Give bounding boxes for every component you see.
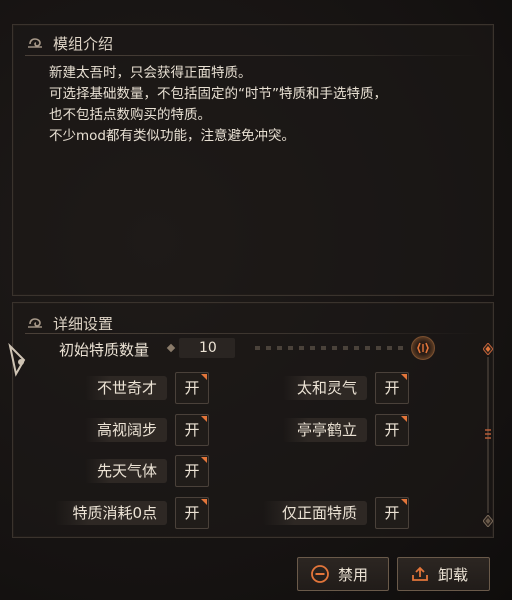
intro-line: 可选择基础数量，不包括固定的“时节”特质和手选特质， bbox=[49, 86, 387, 102]
scroll-down-arrow-icon[interactable] bbox=[483, 515, 493, 527]
scroll-thumb[interactable] bbox=[484, 427, 492, 441]
toggle-bushiqicai[interactable]: 开 bbox=[175, 372, 209, 404]
option-label-zero-cost: 特质消耗0点 bbox=[55, 501, 167, 525]
initial-trait-count-value[interactable]: 10 bbox=[179, 338, 235, 358]
toggle-zero-cost[interactable]: 开 bbox=[175, 497, 209, 529]
toggle-xiantianqiti[interactable]: 开 bbox=[175, 455, 209, 487]
cloud-swirl-icon bbox=[28, 317, 42, 328]
option-label-xiantianqiti: 先天气体 bbox=[85, 459, 167, 483]
toggle-gaoshikuobu[interactable]: 开 bbox=[175, 414, 209, 446]
unload-button[interactable]: 卸载 bbox=[397, 557, 490, 591]
intro-panel: 模组介绍 新建太吾时，只会获得正面特质。 可选择基础数量，不包括固定的“时节”特… bbox=[12, 24, 494, 296]
settings-header-divider bbox=[25, 333, 481, 334]
intro-description: 新建太吾时，只会获得正面特质。 可选择基础数量，不包括固定的“时节”特质和手选特… bbox=[49, 63, 477, 147]
settings-scrollbar[interactable] bbox=[483, 343, 493, 529]
cloud-swirl-icon bbox=[28, 37, 42, 48]
toggle-taihelingqi[interactable]: 开 bbox=[375, 372, 409, 404]
option-label-positive-only: 仅正面特质 bbox=[263, 501, 367, 525]
option-label-tingtinghelli: 亭亭鹤立 bbox=[283, 418, 367, 442]
option-label-gaoshikuobu: 高视阔步 bbox=[85, 418, 167, 442]
slider-knob-icon bbox=[417, 342, 429, 354]
side-panel-handle-icon[interactable] bbox=[6, 340, 34, 380]
scroll-up-arrow-icon[interactable] bbox=[483, 343, 493, 355]
toggle-tingtinghelli[interactable]: 开 bbox=[375, 414, 409, 446]
upload-tray-icon bbox=[412, 566, 428, 581]
unload-button-label: 卸载 bbox=[438, 565, 469, 584]
option-label-taihelingqi: 太和灵气 bbox=[283, 376, 367, 400]
disable-button-label: 禁用 bbox=[338, 565, 369, 584]
minus-circle-icon bbox=[311, 565, 329, 583]
trait-count-slider-track[interactable] bbox=[255, 346, 407, 350]
intro-line: 也不包括点数购买的特质。 bbox=[49, 107, 211, 123]
option-label-bushiqicai: 不世奇才 bbox=[85, 376, 167, 400]
initial-trait-count-label: 初始特质数量 bbox=[59, 341, 150, 359]
diamond-bullet-icon bbox=[166, 343, 176, 353]
intro-section-header: 模组介绍 bbox=[27, 33, 113, 54]
intro-line: 不少mod都有类似功能，注意避免冲突。 bbox=[49, 128, 295, 144]
trait-count-slider-handle[interactable] bbox=[411, 336, 435, 360]
mod-settings-window: 模组介绍 新建太吾时，只会获得正面特质。 可选择基础数量，不包括固定的“时节”特… bbox=[0, 0, 512, 600]
intro-title: 模组介绍 bbox=[53, 35, 114, 53]
settings-panel: 详细设置 初始特质数量 10 不世奇才 开 太和灵气 开 高视阔步 开 亭亭鹤立… bbox=[12, 302, 494, 538]
settings-section-header: 详细设置 bbox=[27, 313, 113, 334]
disable-button[interactable]: 禁用 bbox=[297, 557, 389, 591]
toggle-positive-only[interactable]: 开 bbox=[375, 497, 409, 529]
intro-header-divider bbox=[25, 55, 481, 56]
settings-title: 详细设置 bbox=[53, 315, 114, 333]
intro-line: 新建太吾时，只会获得正面特质。 bbox=[49, 65, 252, 81]
